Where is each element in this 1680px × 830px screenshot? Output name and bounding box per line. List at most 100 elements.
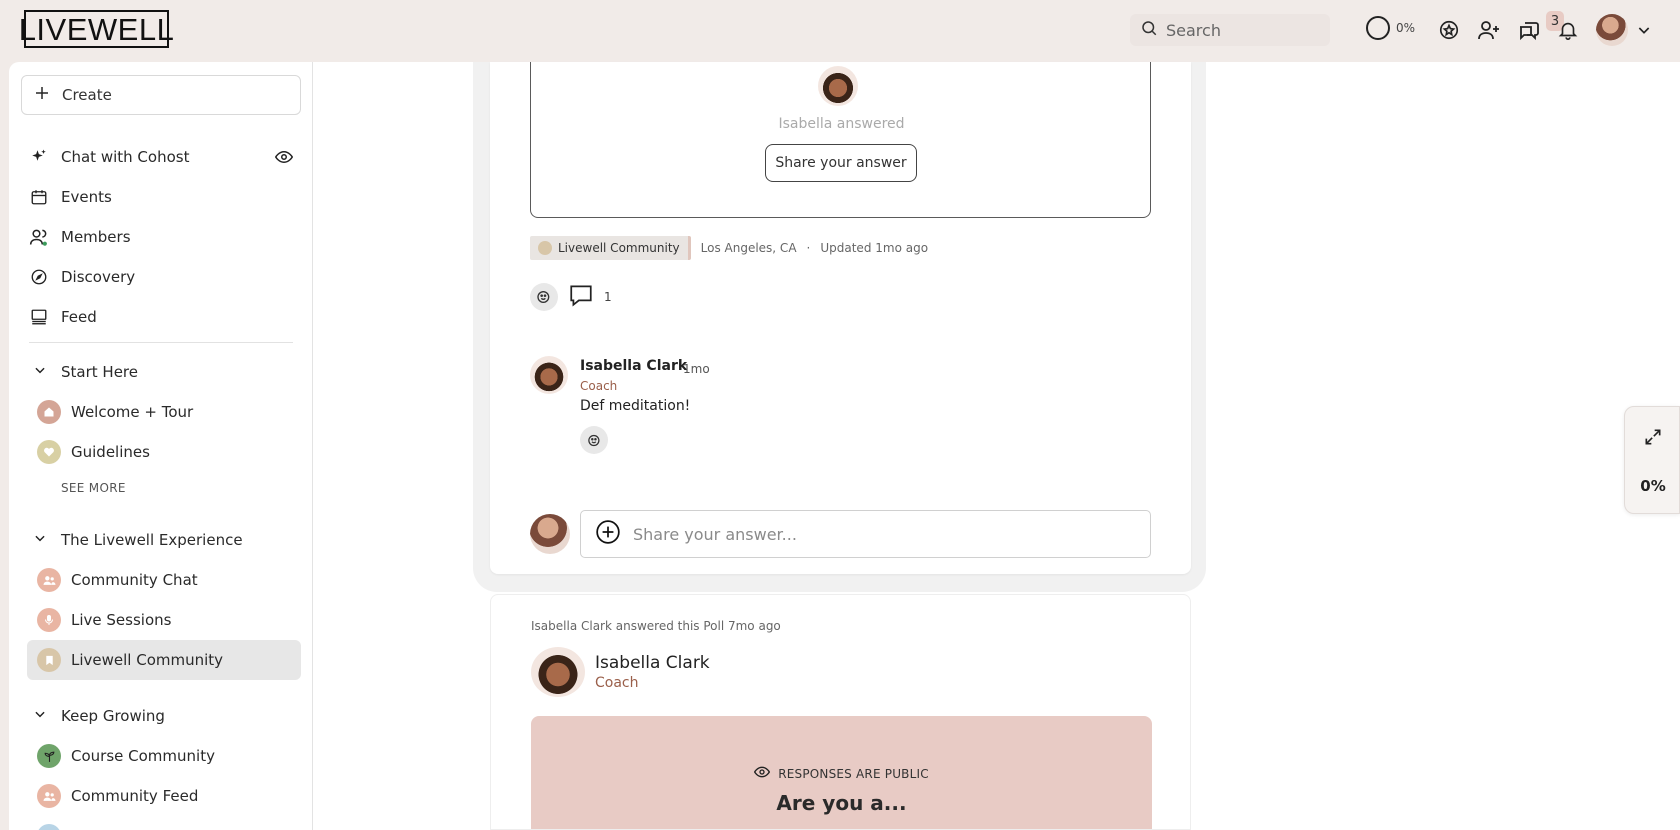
nav-label: Events (61, 188, 112, 206)
space-label: Guidelines (71, 443, 150, 461)
author-name[interactable]: Isabella Clark (595, 653, 710, 673)
current-user-avatar (530, 514, 570, 554)
reaction-row: 1 (530, 282, 612, 311)
nav-members[interactable]: Members (29, 219, 301, 255)
comment-time: 1mo (683, 362, 710, 376)
see-more-link[interactable]: SEE MORE (61, 481, 126, 495)
nav-label: Feed (61, 308, 97, 326)
updated-text: Updated 1mo ago (820, 241, 929, 255)
poll-banner: RESPONSES ARE PUBLIC Are you a... (531, 716, 1152, 829)
user-avatar[interactable] (1596, 14, 1628, 46)
progress-widget[interactable]: 0% (1624, 406, 1680, 514)
eye-icon[interactable] (274, 148, 294, 170)
add-reaction-icon[interactable] (530, 282, 558, 311)
poll-post-card: Isabella answered Share your answer Live… (490, 62, 1191, 574)
poll-post-card: Isabella Clark answered this Poll 7mo ag… (490, 594, 1191, 830)
plus-circle-icon[interactable] (595, 519, 621, 549)
answer-input-box[interactable] (580, 510, 1151, 558)
space-label: Community Chat (71, 571, 198, 589)
widget-percent: 0% (1640, 477, 1666, 495)
comment-text: Def meditation! (580, 398, 691, 414)
comment-count: 1 (604, 289, 612, 304)
sparkle-icon (29, 147, 49, 167)
nav-label: Members (61, 228, 131, 246)
nav-label: Discovery (61, 268, 136, 286)
space-label: Live Sessions (71, 611, 172, 629)
tag-label: Livewell Community (558, 241, 680, 255)
bookmark-icon (538, 241, 552, 255)
livewell-logo[interactable]: LIVEWELL (19, 10, 174, 48)
space-live-sessions[interactable]: Live Sessions (27, 600, 301, 640)
section-start-here[interactable]: Start Here (33, 357, 138, 387)
share-answer-button[interactable]: Share your answer (765, 144, 917, 182)
add-reaction-icon[interactable] (580, 426, 608, 454)
space-community-chat[interactable]: Community Chat (27, 560, 301, 600)
calendar-icon (29, 187, 49, 207)
progress-indicator[interactable]: 0% (1366, 16, 1415, 40)
progress-ring-icon (1366, 16, 1390, 40)
location-text: Los Angeles, CA (700, 241, 797, 255)
space-label: Course Community (71, 747, 215, 765)
nav-feed[interactable]: Feed (29, 299, 301, 335)
bell-icon[interactable] (1556, 18, 1580, 42)
space-label: Community Feed (71, 787, 199, 805)
answer-composer (530, 510, 1151, 558)
answer-input[interactable] (633, 524, 1113, 544)
search-box[interactable] (1130, 14, 1330, 46)
nav-chat-with-cohost[interactable]: Chat with Cohost (29, 139, 301, 175)
nav-discovery[interactable]: Discovery (29, 259, 301, 295)
section-keep-growing[interactable]: Keep Growing (33, 701, 165, 731)
separator-dot: · (806, 241, 811, 255)
answer-avatar (818, 66, 858, 106)
section-title: The Livewell Experience (61, 531, 243, 549)
commenter-avatar[interactable] (530, 356, 568, 394)
space-icon-partial (37, 824, 61, 830)
author-role: Coach (595, 675, 639, 691)
people-icon (37, 568, 61, 592)
commenter-role: Coach (580, 379, 618, 393)
home-icon (37, 400, 61, 424)
nav-label: Chat with Cohost (61, 148, 190, 166)
people-icon (37, 784, 61, 808)
search-input[interactable] (1166, 20, 1316, 40)
create-label: Create (62, 86, 112, 104)
comment-icon[interactable] (568, 282, 594, 311)
comment: Isabella Clark 1mo Coach Def meditation! (530, 356, 1130, 466)
post-activity-text: Isabella Clark answered this Poll 7mo ag… (531, 619, 781, 633)
chevron-down-icon (33, 531, 47, 549)
progress-text: 0% (1396, 21, 1416, 35)
commenter-name[interactable]: Isabella Clark (580, 358, 687, 374)
nav-events[interactable]: Events (29, 179, 301, 215)
plus-icon (34, 85, 50, 105)
sidebar-divider (29, 342, 293, 343)
top-bar: LIVEWELL 0% 3 (0, 0, 1680, 62)
compass-icon (29, 267, 49, 287)
author-avatar[interactable] (531, 647, 585, 697)
chevron-down-icon[interactable] (1636, 22, 1652, 42)
space-livewell-community[interactable]: Livewell Community (27, 640, 301, 680)
section-livewell-experience[interactable]: The Livewell Experience (33, 525, 243, 555)
eye-icon (754, 764, 771, 783)
section-title: Start Here (61, 363, 138, 381)
chevron-down-icon (33, 707, 47, 725)
section-title: Keep Growing (61, 707, 165, 725)
poll-question: Are you a... (776, 791, 907, 815)
public-label: RESPONSES ARE PUBLIC (778, 766, 929, 781)
answered-text: Isabella answered (778, 116, 905, 132)
poll-box: Isabella answered Share your answer (530, 62, 1151, 218)
add-user-icon[interactable] (1477, 18, 1501, 42)
messages-icon[interactable] (1517, 18, 1541, 42)
space-welcome-tour[interactable]: Welcome + Tour (27, 392, 301, 432)
search-icon (1140, 19, 1158, 41)
award-icon[interactable] (1437, 18, 1461, 42)
space-community-feed[interactable]: Community Feed (27, 776, 301, 816)
feed-icon (29, 307, 49, 327)
expand-icon[interactable] (1643, 427, 1663, 451)
space-guidelines[interactable]: Guidelines (27, 432, 301, 472)
post-meta: Livewell Community Los Angeles, CA · Upd… (530, 236, 928, 260)
space-tag[interactable]: Livewell Community (530, 236, 691, 260)
sidebar: Create Chat with Cohost Events Members D… (9, 62, 313, 830)
space-label: Welcome + Tour (71, 403, 194, 421)
space-course-community[interactable]: Course Community (27, 736, 301, 776)
create-button[interactable]: Create (21, 75, 301, 115)
